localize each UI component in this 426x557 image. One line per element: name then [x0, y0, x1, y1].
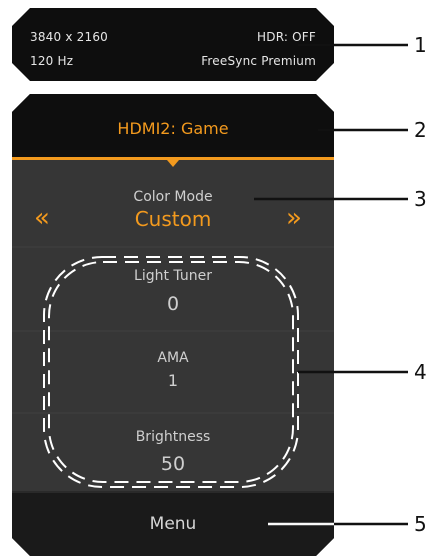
sync-status-text: FreeSync Premium [201, 54, 316, 68]
light-tuner-label: Light Tuner [134, 268, 212, 284]
ama-label: AMA [157, 350, 189, 366]
callout-number-3: 3 [414, 187, 426, 211]
refresh-rate-text: 120 Hz [30, 54, 74, 68]
light-tuner-value[interactable]: 0 [12, 295, 334, 314]
brightness-label: Brightness [135, 429, 211, 445]
color-mode-value[interactable]: Custom [12, 209, 334, 229]
osd-diagram: 3840 x 2160 HDR: OFF 120 Hz FreeSync Pre… [0, 0, 426, 557]
status-panel [12, 8, 334, 81]
callout-number-4: 4 [414, 360, 426, 384]
callout-number-2: 2 [414, 118, 426, 142]
color-mode-label: Color Mode [133, 189, 213, 205]
header-accent-line [12, 157, 334, 160]
resolution-text: 3840 x 2160 [30, 30, 109, 44]
brightness-value[interactable]: 50 [12, 455, 334, 474]
ama-value[interactable]: 1 [12, 373, 334, 389]
input-mode-title: HDMI2: Game [117, 119, 229, 138]
hdr-status-text: HDR: OFF [257, 30, 316, 44]
callout-number-5: 5 [414, 512, 426, 536]
menu-button[interactable]: Menu [12, 516, 334, 533]
callout-number-1: 1 [414, 33, 426, 57]
